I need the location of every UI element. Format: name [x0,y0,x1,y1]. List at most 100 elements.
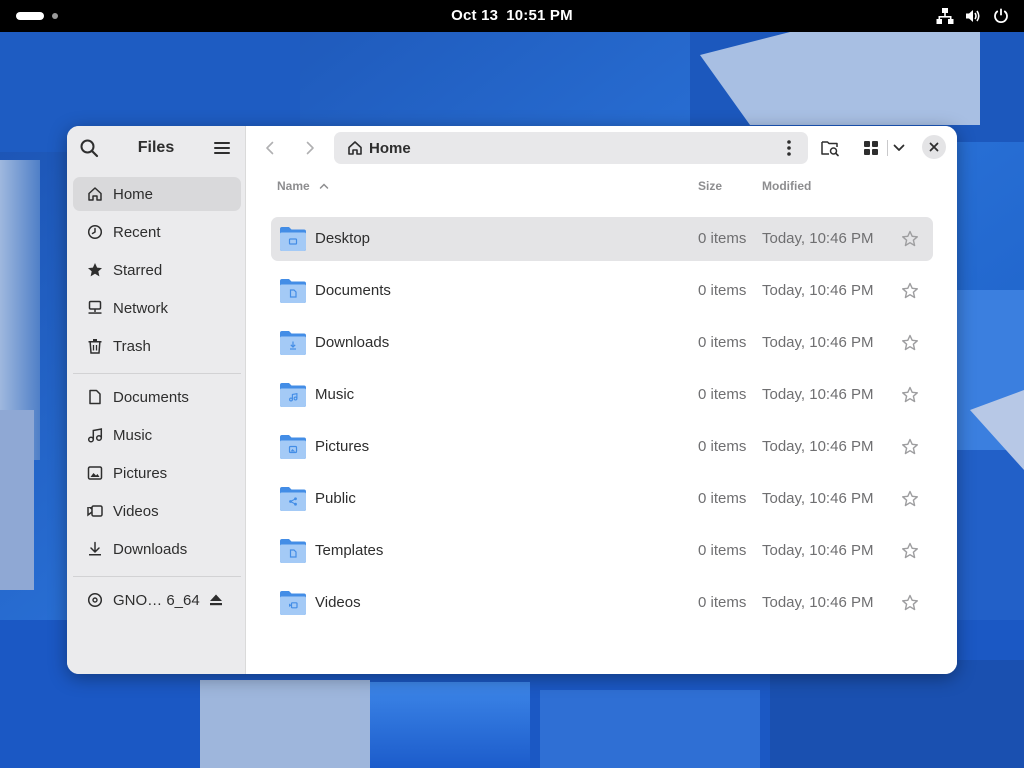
eject-icon[interactable] [209,593,223,607]
hamburger-menu-icon[interactable] [213,139,231,157]
clock-date: Oct 13 [451,7,499,24]
star-outline-icon[interactable] [901,542,919,560]
sidebar-item-starred[interactable]: Starred [73,253,241,287]
sidebar-item-label: GNO… 6_64 [113,591,200,609]
close-button[interactable] [922,135,946,159]
path-segment-home[interactable]: Home [369,140,411,157]
grid-view-button[interactable] [857,134,885,162]
file-row-public[interactable]: Public 0 items Today, 10:46 PM [271,477,933,521]
sidebar-item-music[interactable]: Music [73,418,241,452]
file-name: Templates [315,542,384,559]
clock-icon [87,224,103,240]
system-tray[interactable] [936,7,1010,25]
file-modified: Today, 10:46 PM [762,386,874,403]
view-options-button[interactable] [885,134,913,162]
folder-downloads-icon [280,331,306,355]
file-name: Downloads [315,334,390,351]
folder-documents-icon [280,279,306,303]
file-size: 0 items [698,230,747,247]
grid-view-icon [864,141,878,155]
column-header-modified[interactable]: Modified [762,179,811,193]
file-row-music[interactable]: Music 0 items Today, 10:46 PM [271,373,933,417]
download-icon [89,541,101,556]
sidebar-item-label: Downloads [113,540,188,558]
star-outline-icon[interactable] [901,282,919,300]
folder-music-icon [280,383,306,407]
sidebar-item-home[interactable]: Home [73,177,241,211]
sort-ascending-icon [319,183,329,189]
sidebar-item-pictures[interactable]: Pictures [73,456,241,490]
file-name: Music [315,386,355,403]
sidebar: Files Home Recent Starred Network Trash … [67,126,246,674]
file-size: 0 items [698,334,747,351]
file-size: 0 items [698,438,747,455]
file-size: 0 items [698,282,747,299]
sidebar-item-label: Documents [113,388,189,406]
file-size: 0 items [698,542,747,559]
trash-icon [88,339,102,354]
sidebar-item-trash[interactable]: Trash [73,329,241,363]
folder-search-icon [821,141,839,157]
file-name: Videos [315,594,361,611]
forward-button[interactable] [296,134,324,162]
clock[interactable]: Oct 13 10:51 PM [0,7,1024,24]
more-options-icon[interactable] [780,139,798,157]
sidebar-header: Files [67,126,245,170]
folder-pictures-icon [280,435,306,459]
top-bar: Oct 13 10:51 PM [0,0,1024,32]
file-row-documents[interactable]: Documents 0 items Today, 10:46 PM [271,269,933,313]
sidebar-item-downloads[interactable]: Downloads [73,532,241,566]
main-pane: Home Name Size Modified Desktop 0 items … [247,126,957,674]
folder-desktop-icon [280,227,306,251]
file-row-desktop[interactable]: Desktop 0 items Today, 10:46 PM [271,217,933,261]
star-outline-icon[interactable] [901,386,919,404]
disc-icon [87,592,103,608]
star-outline-icon[interactable] [901,438,919,456]
sidebar-item-label: Starred [113,261,163,279]
sidebar-item-network[interactable]: Network [73,291,241,325]
file-modified: Today, 10:46 PM [762,542,874,559]
star-outline-icon[interactable] [901,594,919,612]
file-size: 0 items [698,386,747,403]
sidebar-item-label: Home [113,185,154,203]
path-bar[interactable]: Home [334,132,808,164]
picture-icon [87,466,103,480]
folder-templates-icon [280,539,306,563]
chevron-down-icon [893,144,905,151]
file-name: Documents [315,282,391,299]
file-modified: Today, 10:46 PM [762,594,874,611]
star-outline-icon[interactable] [901,490,919,508]
sidebar-divider [73,373,241,374]
folder-public-icon [280,487,306,511]
file-row-downloads[interactable]: Downloads 0 items Today, 10:46 PM [271,321,933,365]
sidebar-item-disc[interactable]: GNO… 6_64 [73,583,241,617]
star-outline-icon[interactable] [901,230,919,248]
file-row-templates[interactable]: Templates 0 items Today, 10:46 PM [271,529,933,573]
search-folder-button[interactable] [816,134,844,162]
power-icon[interactable] [992,7,1010,25]
network-wired-icon[interactable] [936,7,954,25]
network-icon [88,300,102,314]
back-button[interactable] [256,134,284,162]
column-header-name-label: Name [277,179,310,193]
sidebar-item-videos[interactable]: Videos [73,494,241,528]
sidebar-item-label: Music [113,426,153,444]
star-icon [88,263,102,277]
sidebar-item-label: Pictures [113,464,168,482]
column-header-size[interactable]: Size [698,179,722,193]
sidebar-item-label: Network [113,299,169,317]
clock-time: 10:51 PM [506,7,573,24]
file-row-videos[interactable]: Videos 0 items Today, 10:46 PM [271,581,933,625]
header-bar: Home [247,126,957,170]
home-icon [348,141,362,155]
chevron-left-icon [266,141,274,155]
sidebar-item-recent[interactable]: Recent [73,215,241,249]
star-outline-icon[interactable] [901,334,919,352]
volume-icon[interactable] [964,7,982,25]
file-name: Pictures [315,438,370,455]
file-row-pictures[interactable]: Pictures 0 items Today, 10:46 PM [271,425,933,469]
file-modified: Today, 10:46 PM [762,438,874,455]
music-icon [87,428,103,443]
sidebar-item-documents[interactable]: Documents [73,380,241,414]
column-header-name[interactable]: Name [277,179,329,193]
